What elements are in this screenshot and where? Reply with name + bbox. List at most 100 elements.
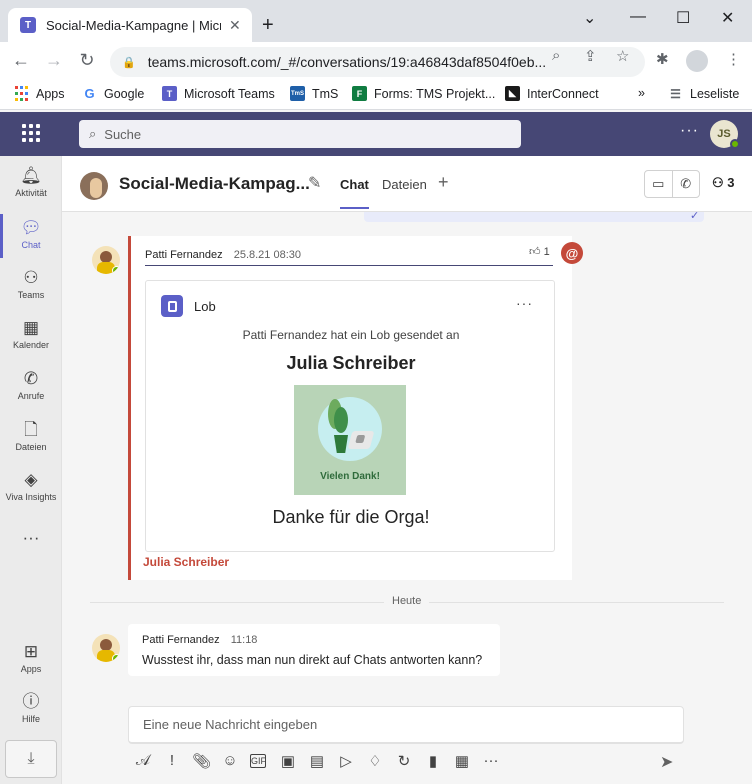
avatar[interactable] [92, 634, 120, 662]
more-apps-icon[interactable]: ··· [482, 752, 500, 769]
loop-icon[interactable]: ↻ [395, 752, 413, 770]
minimize-icon[interactable]: — [630, 8, 646, 26]
rail-item-chat[interactable]: 💬︎ Chat [0, 214, 62, 258]
bookmark-google[interactable]: G Google [82, 86, 144, 101]
mention-name[interactable]: Julia Schreiber [143, 555, 229, 569]
bookmarks-overflow-icon[interactable]: » [638, 86, 645, 100]
teams-icon: T [162, 86, 177, 101]
zoom-search-icon[interactable]: ⌕ [552, 47, 560, 64]
forward-icon[interactable]: → [43, 50, 65, 71]
app-launcher-icon[interactable] [22, 124, 40, 142]
message-author: Patti Fernandez [142, 634, 220, 646]
praise-card: Lob ··· Patti Fernandez hat ein Lob gese… [145, 280, 555, 552]
reading-list[interactable]: ☰ Leseliste [668, 86, 739, 101]
message-praise[interactable]: Patti Fernandez 25.8.21 08:30 👍︎ 1 @ Lob… [128, 236, 583, 580]
image-caption: Vielen Dank! [320, 471, 380, 482]
add-tab-icon[interactable]: + [438, 172, 449, 193]
tab-title: Social-Media-Kampagne | Microsoft Teams [46, 17, 221, 33]
message-body: Wusstest ihr, dass man nun direkt auf Ch… [142, 653, 483, 667]
date-divider-label: Heute [384, 595, 430, 607]
close-window-icon[interactable]: ✕ [721, 8, 734, 28]
help-icon: ⓘ [22, 692, 40, 711]
chat-title[interactable]: Social-Media-Kampag... [119, 174, 310, 194]
new-tab-button[interactable]: + [262, 14, 274, 37]
rail-item-apps[interactable]: ⊞ Apps [0, 642, 62, 674]
teams-favicon-icon: T [20, 17, 36, 33]
tab-close-icon[interactable]: ✕ [229, 17, 241, 34]
card-app-name: Lob [194, 299, 216, 314]
bookmark-tms[interactable]: TmS TmS [290, 86, 338, 101]
compose-input[interactable]: Eine neue Nachricht eingeben [128, 706, 684, 744]
tab-chat[interactable]: Chat [340, 177, 369, 209]
thumbs-up-icon: 👍︎ [529, 246, 541, 258]
rail-item-calls[interactable]: ✆ Anrufe [0, 369, 62, 401]
message-time: 11:18 [230, 634, 258, 646]
back-icon[interactable]: ← [10, 50, 32, 71]
bookmark-forms[interactable]: F Forms: TMS Projekt... [352, 86, 495, 101]
rail-item-calendar[interactable]: ▦ Kalender [0, 318, 62, 350]
audio-call-icon[interactable]: ✆ [673, 171, 700, 197]
bookmark-star-icon[interactable]: ☆ [616, 47, 629, 65]
card-more-icon[interactable]: ··· [516, 295, 533, 311]
participants-button[interactable]: ⚇ 3 [712, 175, 735, 191]
address-bar[interactable]: 🔒 teams.microsoft.com/_#/conversations/1… [110, 47, 645, 77]
share-icon[interactable]: ⇪ [584, 47, 597, 65]
priority-icon[interactable]: ! [163, 752, 181, 769]
search-input[interactable]: ⌕ Suche [79, 120, 521, 148]
extensions-icon[interactable]: ✱ [656, 50, 669, 68]
rail-item-teams[interactable]: ⚇ Teams [0, 268, 62, 300]
emoji-icon[interactable]: ☺ [221, 752, 239, 769]
card-subtitle: Patti Fernandez hat ein Lob gesendet an [242, 328, 460, 342]
reaction-like[interactable]: 👍︎ 1 [529, 245, 550, 258]
chat-header: Social-Media-Kampag... ✎ Chat Dateien + … [62, 156, 752, 212]
browser-profile-avatar[interactable] [686, 50, 708, 72]
rail-more-apps[interactable]: ··· [0, 528, 62, 548]
app-icon-1[interactable]: ▮ [424, 752, 442, 770]
message-text[interactable]: Patti Fernandez 11:18 Wusstest ihr, dass… [128, 624, 500, 676]
apps-icon: ⊞ [23, 642, 39, 661]
sticker-icon[interactable]: ▣ [279, 752, 297, 770]
schedule-meeting-icon[interactable]: ▤ [308, 752, 326, 770]
google-icon: G [84, 86, 95, 101]
message-underline [145, 265, 553, 266]
rail-item-viva-insights[interactable]: ◈ Viva Insights [0, 470, 62, 502]
download-button[interactable]: ⤓ [5, 740, 57, 778]
message-author: Patti Fernandez [145, 249, 223, 261]
tab-files[interactable]: Dateien [382, 177, 427, 192]
compose-placeholder: Eine neue Nachricht eingeben [143, 717, 318, 732]
attach-icon[interactable]: 📎︎ [192, 752, 211, 770]
bookmarks-bar: Apps G Google T Microsoft Teams TmS TmS … [0, 80, 752, 110]
gif-icon[interactable]: GIF [250, 754, 266, 768]
phone-icon: ✆ [23, 369, 39, 388]
more-dots-icon: ··· [22, 528, 40, 547]
seen-check-icon: ✓ [690, 212, 700, 222]
message-meta: Patti Fernandez 11:18 [142, 634, 257, 646]
app-icon-2[interactable]: ▦ [453, 752, 471, 770]
user-avatar[interactable]: JS [710, 120, 740, 149]
edit-pencil-icon[interactable]: ✎ [308, 173, 321, 193]
rail-item-activity[interactable]: 🔔︎ Aktivität [0, 166, 62, 198]
bookmark-interconnect[interactable]: ◣ InterConnect [505, 86, 599, 101]
rail-item-help[interactable]: ⓘ Hilfe [0, 692, 62, 724]
chrome-menu-icon[interactable]: ⋮ [726, 50, 741, 68]
more-options-icon[interactable]: ··· [680, 122, 699, 140]
presence-available-icon [730, 139, 740, 149]
reload-icon[interactable]: ↻ [76, 50, 98, 71]
format-icon[interactable]: 𝒜 [134, 752, 152, 769]
bookmark-apps[interactable]: Apps [14, 86, 65, 101]
bookmark-microsoft-teams[interactable]: T Microsoft Teams [162, 86, 275, 101]
browser-toolbar: ← → ↻ 🔒 teams.microsoft.com/_#/conversat… [0, 42, 752, 80]
praise-icon[interactable]: ♢ [366, 752, 384, 770]
tab-search-chevron-icon[interactable]: ⌄ [583, 8, 596, 28]
praise-badge-icon [161, 295, 183, 317]
chat-icon: 💬︎ [20, 218, 42, 237]
lock-icon: 🔒 [122, 56, 136, 69]
stream-icon[interactable]: ▷ [337, 752, 355, 770]
video-call-icon[interactable]: ▭ [645, 171, 673, 197]
avatar[interactable] [92, 246, 120, 274]
maximize-icon[interactable]: ☐ [676, 8, 690, 28]
rail-item-files[interactable]: 🗋 Dateien [0, 420, 62, 452]
browser-tab[interactable]: T Social-Media-Kampagne | Microsoft Team… [8, 8, 252, 42]
send-icon[interactable]: ➤ [660, 752, 673, 772]
previous-message-bubble [364, 212, 704, 222]
